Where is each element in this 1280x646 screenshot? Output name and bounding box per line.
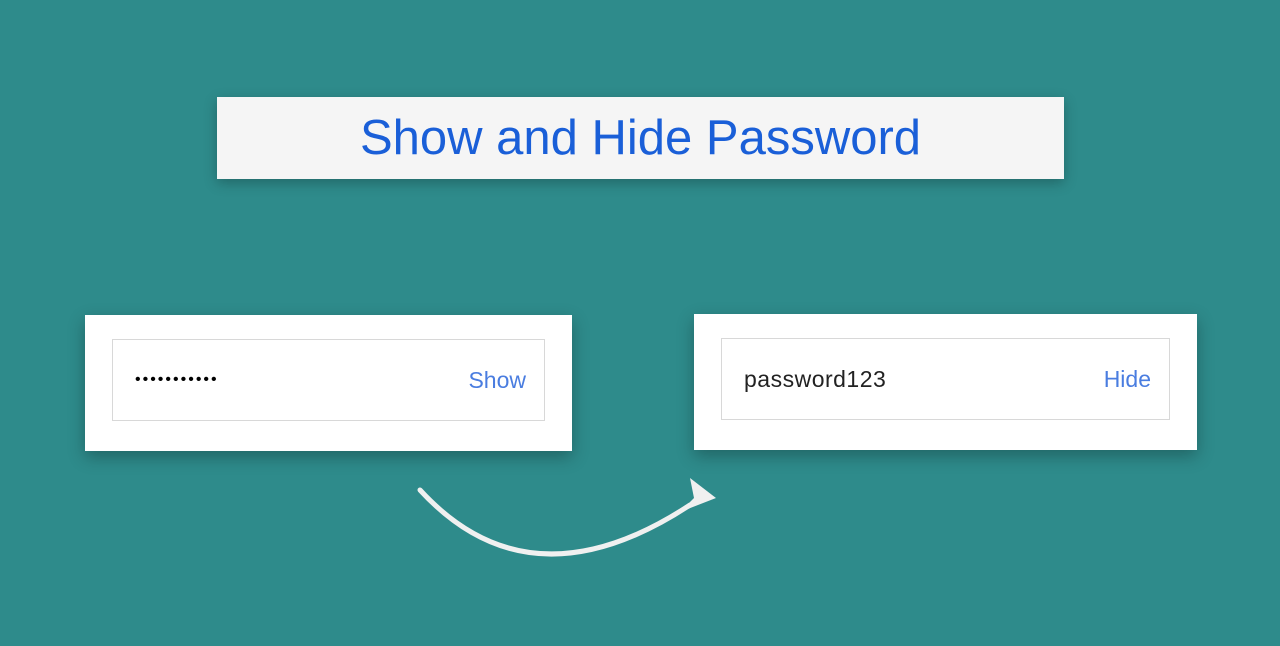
password-input-plain[interactable]	[744, 366, 1092, 393]
title-banner: Show and Hide Password	[217, 97, 1064, 179]
password-field-wrap: Hide	[721, 338, 1170, 420]
arrow-icon	[400, 450, 740, 600]
hide-toggle[interactable]: Hide	[1092, 366, 1151, 393]
password-card-hidden: Show	[85, 315, 572, 451]
page-title: Show and Hide Password	[360, 110, 921, 166]
password-input-masked[interactable]	[135, 371, 456, 389]
password-field-wrap: Show	[112, 339, 545, 421]
password-card-visible: Hide	[694, 314, 1197, 450]
show-toggle[interactable]: Show	[456, 367, 526, 394]
